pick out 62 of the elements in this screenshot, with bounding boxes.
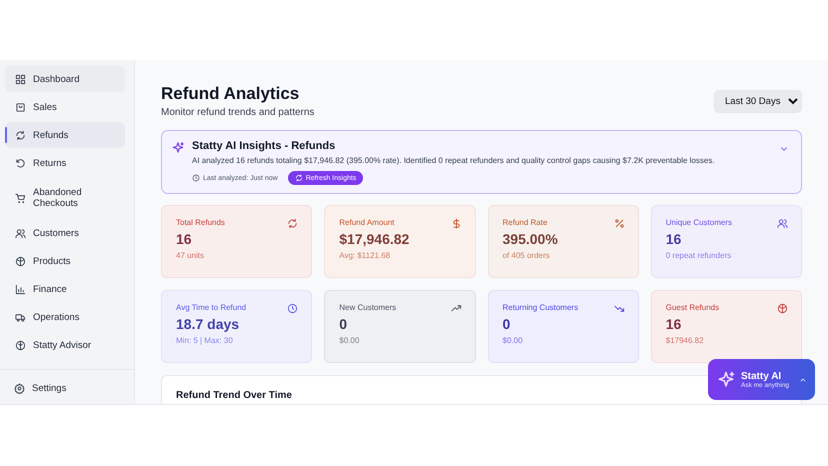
page-subtitle: Monitor refund trends and patterns <box>161 107 314 118</box>
sidebar-item[interactable]: Abandoned Checkouts <box>5 178 125 218</box>
clock-icon <box>287 303 298 314</box>
stat-label: Unique Customers <box>666 218 732 227</box>
stat-label: Refund Rate <box>502 218 548 227</box>
bag-icon <box>15 102 26 112</box>
stat-detail: $0.00 <box>339 336 360 345</box>
refresh-icon <box>15 130 26 140</box>
sidebar-item[interactable]: Refunds <box>5 122 125 148</box>
sidebar-item[interactable]: Returns <box>5 150 125 176</box>
stat-value: 18.7 days <box>176 316 240 332</box>
stat-detail: 47 units <box>176 251 206 260</box>
refresh-icon <box>294 174 303 182</box>
sidebar-item[interactable]: Products <box>5 248 125 274</box>
stat-value: $17,946.82 <box>339 231 410 247</box>
trend-down-icon <box>614 303 625 314</box>
page-title: Refund Analytics <box>161 84 300 104</box>
stat-label: Returning Customers <box>502 303 578 312</box>
undo-icon <box>15 158 26 168</box>
stat-detail: Avg: $1121.68 <box>339 251 392 260</box>
users-icon <box>15 228 26 238</box>
grid-icon <box>15 74 26 84</box>
settings-item[interactable]: Settings <box>14 378 120 398</box>
stat-label: Avg Time to Refund <box>176 303 246 312</box>
percent-icon <box>614 218 625 229</box>
users-icon <box>777 218 788 229</box>
stat-label: New Customers <box>339 303 396 312</box>
insights-title: Statty AI Insights - Refunds <box>192 140 336 152</box>
refresh-icon <box>287 218 298 229</box>
stat-label: Total Refunds <box>176 218 225 227</box>
cart-icon <box>15 192 26 204</box>
stat-detail: of 405 orders <box>502 251 551 260</box>
stat-value: 0 <box>502 316 512 332</box>
insights-summary: AI analyzed 16 refunds totaling $17,946.82 (395.00% rate). Identified 0 repeat refunders and quality control gaps causing $7.2K preventable losses. <box>192 156 716 165</box>
stat-label: Refund Amount <box>339 218 394 227</box>
stat-value: 16 <box>666 316 682 332</box>
sidebar-item[interactable]: Finance <box>5 276 125 302</box>
sidebar-item[interactable]: Customers <box>5 220 125 246</box>
stat-label: Guest Refunds <box>666 303 720 312</box>
sidebar-item[interactable]: Operations <box>5 304 125 330</box>
settings-icon <box>14 382 25 394</box>
trend-title: Refund Trend Over Time <box>176 390 293 401</box>
stat-value: 0 <box>339 316 348 332</box>
stat-detail: $0.00 <box>502 336 524 345</box>
stat-detail: 0 repeat refunders <box>666 251 732 260</box>
sidebar-item[interactable]: Sales <box>5 94 125 120</box>
stat-detail: Min: 5 | Max: 30 <box>176 336 234 345</box>
stat-value: 395.00% <box>502 231 559 247</box>
period-dropdown[interactable]: Last 30 Days <box>714 90 802 113</box>
clock-icon <box>192 174 200 182</box>
sparkle-icon <box>716 370 736 390</box>
sidebar-item[interactable]: Dashboard <box>5 66 125 92</box>
stat-detail: $17946.82 <box>666 336 705 345</box>
truck-icon <box>15 312 26 322</box>
dollar-icon <box>450 218 462 229</box>
stat-value: 16 <box>666 231 682 247</box>
sidebar-item[interactable]: Statty Advisor <box>5 332 125 358</box>
bar-chart-icon <box>15 284 26 294</box>
sparkle-icon <box>171 141 185 155</box>
stat-value: 16 <box>176 231 193 247</box>
trend-up-icon <box>450 303 462 314</box>
circle-icon <box>15 340 26 350</box>
